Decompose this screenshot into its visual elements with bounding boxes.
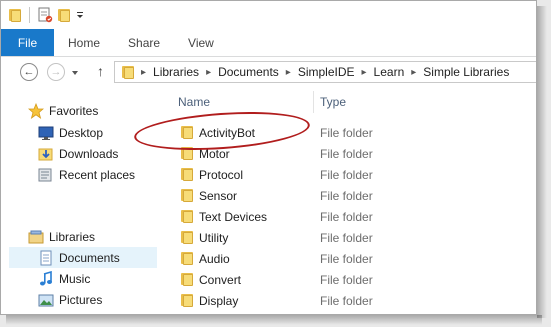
documents-icon [38, 250, 54, 266]
file-type: File folder [320, 209, 373, 224]
nav-favorites[interactable]: Favorites [28, 100, 98, 121]
star-icon [28, 102, 44, 119]
back-button[interactable]: ← [20, 63, 38, 81]
file-type: File folder [320, 188, 373, 203]
file-name: Text Devices [199, 209, 268, 224]
address-row: ← → ↑ ▸ Libraries ▸ Documents ▸ SimpleID… [1, 57, 536, 89]
music-icon [38, 270, 54, 287]
nav-item-recent-places[interactable]: Recent places [38, 164, 135, 185]
folder-icon [180, 167, 194, 181]
up-arrow-icon[interactable]: ↑ [97, 63, 104, 79]
file-name: Protocol [199, 167, 244, 182]
quick-access-toolbar [1, 1, 536, 29]
column-header-name[interactable]: Name [178, 95, 210, 109]
file-type: File folder [320, 146, 373, 161]
file-row[interactable]: Display File folder [159, 290, 536, 311]
nav-item-music[interactable]: Music [38, 268, 90, 289]
breadcrumb-simpleide[interactable]: SimpleIDE [298, 65, 355, 79]
column-divider[interactable] [313, 91, 314, 113]
downloads-folder-icon [38, 146, 54, 162]
address-bar[interactable]: ▸ Libraries ▸ Documents ▸ SimpleIDE ▸ Le… [114, 61, 536, 83]
nav-item-label: Downloads [59, 146, 119, 161]
file-explorer-window: File Home Share View ← → ↑ ▸ Libraries ▸… [0, 0, 537, 315]
file-type: File folder [320, 293, 373, 308]
file-type: File folder [320, 251, 373, 266]
file-row[interactable]: Utility File folder [159, 227, 536, 248]
folder-icon [180, 209, 194, 223]
libraries-icon [28, 229, 44, 245]
breadcrumb-chevron-icon[interactable]: ▸ [286, 67, 291, 78]
breadcrumb-chevron-icon[interactable]: ▸ [141, 67, 146, 78]
nav-item-downloads[interactable]: Downloads [38, 143, 118, 164]
nav-item-documents[interactable]: Documents [9, 247, 157, 268]
file-row[interactable]: Convert File folder [159, 269, 536, 290]
folder-icon [121, 65, 135, 79]
nav-item-desktop[interactable]: Desktop [38, 122, 103, 143]
folder-icon [180, 230, 194, 244]
folder-icon [180, 188, 194, 202]
window-shadow [6, 315, 542, 325]
recent-locations-chevron-icon[interactable] [72, 71, 78, 75]
navigation-pane: Favorites Desktop Downloads Recent place… [1, 91, 159, 314]
tab-file[interactable]: File [1, 29, 54, 56]
toolbar-separator [29, 7, 30, 23]
file-type: File folder [320, 230, 373, 245]
breadcrumb-libraries[interactable]: Libraries [153, 65, 199, 79]
ribbon-tabs: File Home Share View [1, 29, 536, 57]
file-type: File folder [320, 167, 373, 182]
nav-item-pictures[interactable]: Pictures [38, 289, 102, 310]
file-row[interactable]: Text Devices File folder [159, 206, 536, 227]
folder-icon [180, 272, 194, 286]
folder-icon [180, 251, 194, 265]
nav-item-label: Music [59, 271, 91, 286]
file-type: File folder [320, 125, 373, 140]
breadcrumb-simple-libraries[interactable]: Simple Libraries [423, 65, 509, 79]
file-name: Audio [199, 251, 230, 266]
tab-share[interactable]: Share [114, 29, 174, 56]
nav-item-label: Recent places [59, 167, 136, 182]
breadcrumb-chevron-icon[interactable]: ▸ [362, 67, 367, 78]
breadcrumb-learn[interactable]: Learn [374, 65, 405, 79]
nav-item-label: Desktop [59, 125, 104, 140]
file-row[interactable]: Protocol File folder [159, 164, 536, 185]
window-shadow [537, 6, 547, 318]
tab-view[interactable]: View [174, 29, 228, 56]
nav-item-label: Documents [59, 250, 120, 265]
file-name: Sensor [199, 188, 238, 203]
forward-arrow-icon: → [50, 66, 62, 78]
folder-icon [180, 293, 194, 307]
file-name: Utility [199, 230, 229, 245]
tab-home[interactable]: Home [54, 29, 114, 56]
breadcrumb-chevron-icon[interactable]: ▸ [411, 67, 416, 78]
file-name: Convert [199, 272, 242, 287]
desktop-icon [38, 125, 54, 141]
breadcrumb-chevron-icon[interactable]: ▸ [206, 67, 211, 78]
properties-icon[interactable] [37, 7, 53, 23]
pictures-icon [38, 292, 54, 308]
nav-libraries[interactable]: Libraries [28, 226, 95, 247]
nav-favorites-label: Favorites [49, 103, 99, 118]
file-type: File folder [320, 272, 373, 287]
forward-button[interactable]: → [47, 63, 65, 81]
column-header-type[interactable]: Type [320, 95, 346, 109]
customize-toolbar-dropdown-icon[interactable] [75, 7, 85, 23]
nav-item-label: Pictures [59, 292, 103, 307]
breadcrumb-documents[interactable]: Documents [218, 65, 279, 79]
file-row[interactable]: Audio File folder [159, 248, 536, 269]
nav-libraries-label: Libraries [49, 229, 96, 244]
back-arrow-icon: ← [23, 66, 35, 78]
new-folder-icon[interactable] [57, 8, 71, 22]
file-row[interactable]: Sensor File folder [159, 185, 536, 206]
recent-places-icon [38, 167, 54, 183]
file-name: Display [199, 293, 239, 308]
folder-icon [8, 8, 22, 22]
